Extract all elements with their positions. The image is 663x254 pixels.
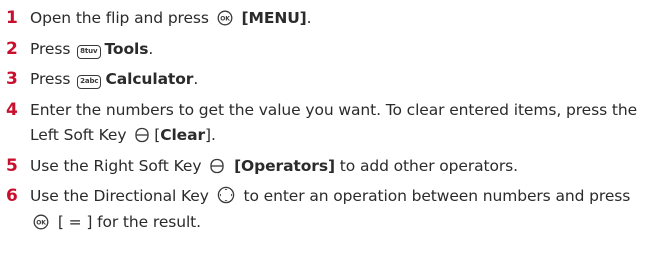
svg-text:OK: OK (36, 219, 46, 226)
step-text: Enter the numbers to get the value you w… (30, 100, 638, 145)
number-2-key-icon: 2abc (77, 75, 102, 89)
step-number: 1 (6, 8, 18, 28)
svg-text:OK: OK (220, 16, 230, 23)
step-text: Use the Right Soft Key [Operators] to ad… (30, 156, 518, 175)
step-number: 4 (6, 99, 18, 120)
directional-key-icon (217, 186, 234, 204)
ok-key-icon: OK (33, 214, 49, 229)
instruction-list: 1 Open the flip and press OK [MENU]. 2 P… (6, 6, 658, 240)
step-6: 6 Use the Directional Key to enter an op… (6, 184, 658, 235)
step-4: 4 Enter the numbers to get the value you… (6, 98, 658, 149)
step-1: 1 Open the flip and press OK [MENU]. (6, 6, 658, 32)
ok-key-icon: OK (217, 10, 233, 26)
step-number: 6 (6, 186, 18, 206)
step-text: Press 8tuv Tools. (30, 39, 154, 59)
number-8-key-icon: 8tuv (77, 44, 101, 59)
step-5: 5 Use the Right Soft Key [Operators] to … (6, 154, 658, 180)
step-number: 5 (6, 155, 18, 176)
step-3: 3 Press 2abc Calculator. (6, 67, 658, 93)
step-number: 3 (6, 69, 18, 89)
step-number: 2 (6, 38, 18, 59)
step-text: Open the flip and press OK [MENU]. (30, 9, 312, 27)
left-soft-key-icon (135, 127, 149, 143)
step-2: 2 Press 8tuv Tools. (6, 37, 658, 63)
step-text: Use the Directional Key to enter an oper… (30, 186, 631, 231)
step-text: Press 2abc Calculator. (30, 70, 199, 89)
right-soft-key-icon (210, 158, 224, 173)
